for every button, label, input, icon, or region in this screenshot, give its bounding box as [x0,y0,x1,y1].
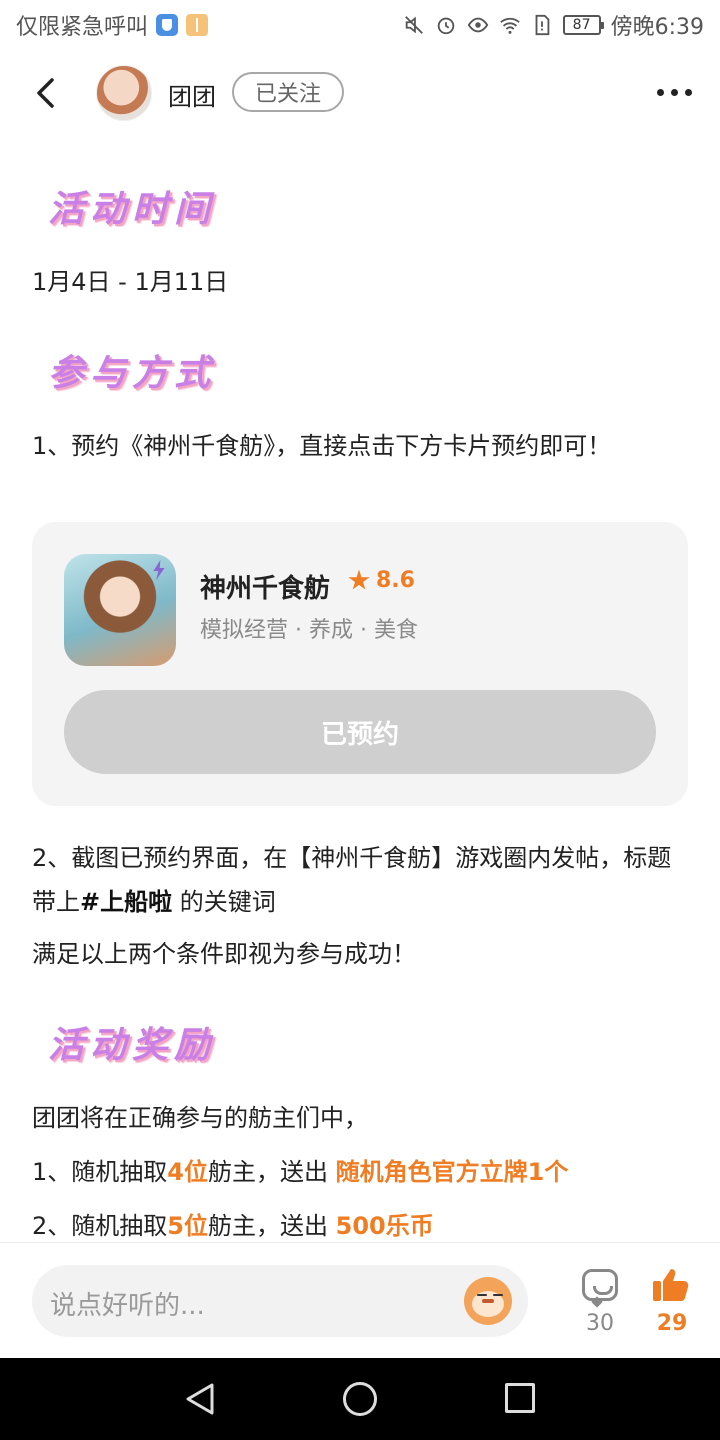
battery-icon: 87 [562,15,604,35]
comment-bar: 说点好听的... 30 29 [0,1242,720,1358]
status-right: 87 傍晚6:39 [403,9,704,41]
comment-icon [582,1269,618,1301]
comment-placeholder: 说点好听的... [50,1291,205,1321]
status-carrier-text: 仅限紧急呼叫 [16,15,149,40]
post-content: 活动时间 1月4日 - 1月11日 参与方式 1、预约《神州千食舫》，直接点击下… [0,130,720,1240]
game-name[interactable]: 神州千食舫 [200,568,330,605]
follow-button[interactable]: 已关注 [232,72,344,112]
eye-icon [467,17,488,33]
lightning-icon [153,560,165,580]
back-arrow-icon[interactable] [30,76,64,110]
nav-recent-apps-icon[interactable] [505,1383,535,1413]
author-avatar[interactable] [96,65,152,121]
method-step-2: 2、截图已预约界面，在【神州千食舫】游戏圈内发帖，标题带上#上船啦 的关键词 [32,836,692,924]
comment-button[interactable]: 30 [578,1265,622,1336]
more-options-icon[interactable] [657,89,692,96]
section-title-time: 活动时间 [48,189,217,230]
keyword-tag: #上船啦 [80,888,173,916]
method-conclusion: 满足以上两个条件即视为参与成功！ [32,940,416,968]
alarm-icon [437,17,454,35]
mute-icon [404,16,423,34]
game-rating: 8.6 [348,568,415,593]
reserved-button[interactable]: 已预约 [64,690,656,774]
reward-intro: 团团将在正确参与的舫主们中， [32,1104,368,1132]
reward-item-1: 1、随机抽取4位舫主，送出 随机角色官方立牌1个 [32,1150,692,1194]
emoji-sticker-icon[interactable] [464,1277,512,1325]
thumbs-up-icon [653,1269,689,1301]
comment-count: 30 [586,1311,614,1336]
game-card[interactable]: 神州千食舫 8.6 模拟经营 · 养成 · 美食 已预约 [32,522,688,806]
nav-home-icon[interactable] [343,1382,377,1416]
system-navigation-bar [0,1358,720,1440]
reward-1-prefix: 1、随机抽取 [32,1158,168,1186]
reward-item-2: 2、随机抽取5位舫主，送出 500乐币 [32,1204,692,1240]
status-time: 傍晚6:39 [610,15,704,40]
method-step-2-suffix: 的关键词 [172,888,276,916]
section-title-reward: 活动奖励 [48,1025,217,1066]
reward-1-prize: 随机角色官方立牌1个 [335,1158,569,1186]
game-tags: 模拟经营 · 养成 · 美食 [200,618,418,643]
status-left: 仅限紧急呼叫 [16,9,209,41]
reward-2-prefix: 2、随机抽取 [32,1212,168,1240]
reward-1-count: 4位 [167,1158,208,1186]
like-button[interactable]: 29 [646,1265,698,1336]
wifi-icon [499,17,520,34]
shield-icon [156,14,179,36]
star-icon [348,569,370,590]
reward-2-prize: 500乐币 [335,1212,434,1240]
status-bar: 仅限紧急呼叫 87 傍晚6:39 [0,0,720,50]
notification-icon [186,14,209,36]
comment-input[interactable]: 说点好听的... [32,1265,528,1337]
reward-2-mid: 舫主，送出 [207,1212,336,1240]
section-title-method: 参与方式 [48,353,217,394]
method-step-1: 1、预约《神州千食舫》，直接点击下方卡片预约即可！ [32,432,612,460]
activity-time-text: 1月4日 - 1月11日 [32,268,229,296]
author-name[interactable]: 团团 [168,77,216,112]
reward-1-mid: 舫主，送出 [207,1158,336,1186]
game-icon[interactable] [64,554,176,666]
like-count: 29 [656,1311,688,1336]
rating-value: 8.6 [376,568,415,593]
nav-back-icon[interactable] [184,1382,216,1416]
sim-alert-icon [535,14,549,36]
post-header: 团团 已关注 [0,56,720,130]
reward-2-count: 5位 [167,1212,208,1240]
